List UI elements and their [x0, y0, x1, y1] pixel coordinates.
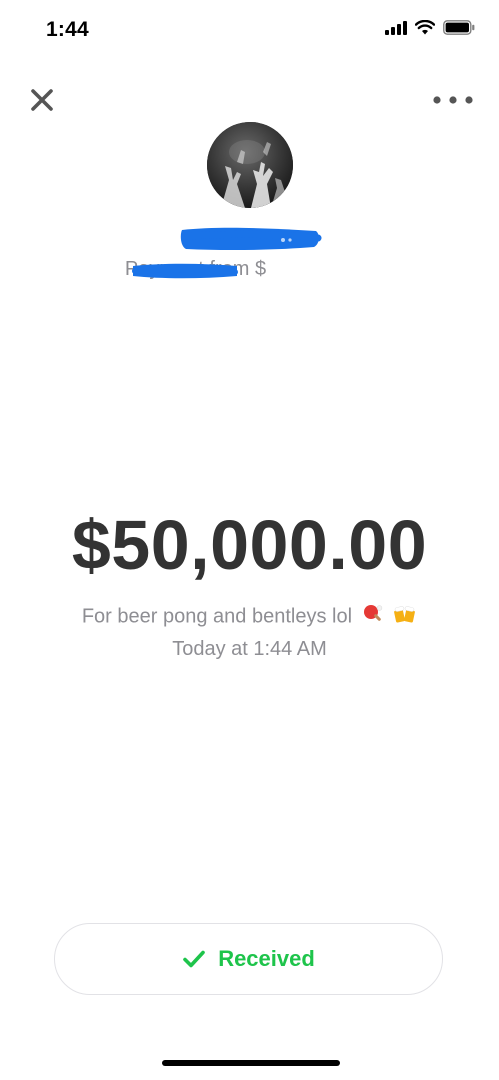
payment-detail-screen: 1:44 $ $50,000.00 For beer pong and bent…: [0, 0, 499, 1080]
close-icon: [31, 89, 53, 111]
cellular-signal-icon: [385, 20, 407, 35]
cashtag: Payment from $: [125, 258, 374, 281]
payment-from-label: Payment from $: [0, 258, 499, 281]
battery-icon: [443, 20, 475, 35]
payment-note-text: For beer pong and bentleys lol: [81, 605, 353, 628]
handle-redaction-scribble: [131, 263, 238, 279]
beer-mugs-icon: [393, 603, 417, 631]
avatar[interactable]: [207, 122, 293, 208]
received-status-button[interactable]: Received: [54, 923, 443, 995]
more-options-button[interactable]: [433, 88, 473, 112]
more-horizontal-icon: [433, 96, 473, 104]
received-label: Received: [218, 946, 315, 971]
checkmark-icon: [183, 950, 205, 968]
wifi-icon: [415, 20, 435, 35]
payment-timestamp: Today at 1:44 AM: [172, 638, 327, 660]
redacted-name: [178, 222, 323, 254]
status-time: 1:44: [46, 18, 89, 41]
close-button[interactable]: [26, 84, 58, 116]
home-indicator[interactable]: [162, 1060, 340, 1066]
avatar-photo: [207, 122, 293, 208]
redaction-scribble: [180, 227, 322, 251]
ping-pong-icon: [362, 603, 384, 631]
payment-amount: $50,000.00: [71, 506, 428, 584]
payment-note: For beer pong and bentleys lol: [0, 603, 499, 631]
status-icons: [385, 20, 475, 35]
